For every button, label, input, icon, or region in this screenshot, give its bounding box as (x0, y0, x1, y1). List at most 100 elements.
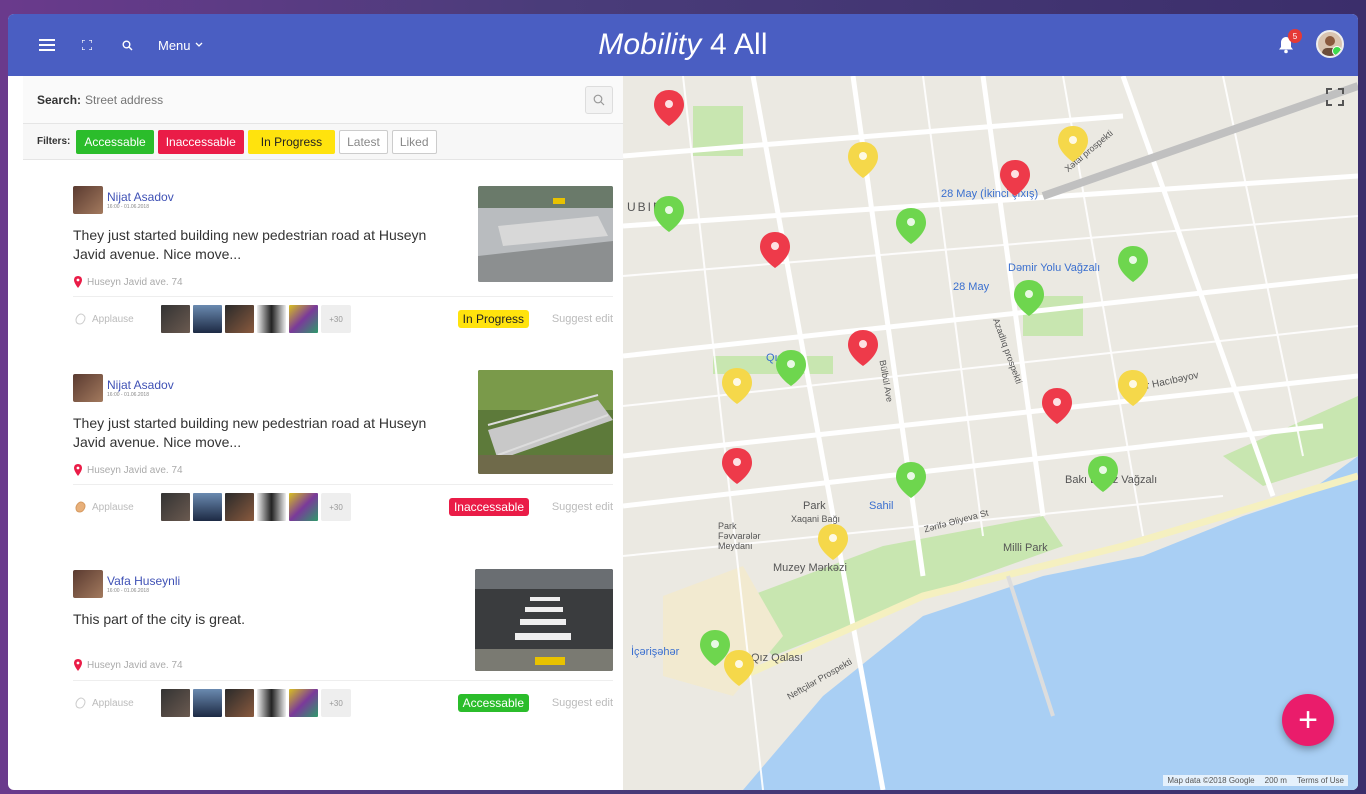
post-card: Vafa Huseynli 16:00 - 01.06.2018 This pa… (73, 569, 613, 730)
clap-icon (75, 501, 86, 513)
author-avatar[interactable] (73, 374, 103, 402)
post-text: This part of the city is great. (73, 611, 245, 627)
filter-in-progress[interactable]: In Progress (247, 129, 336, 154)
marker-accessable[interactable] (654, 196, 684, 232)
notification-badge: 5 (1288, 29, 1302, 43)
applause-button[interactable]: Applause (73, 696, 161, 710)
map-view[interactable]: 28 May (İkinci çıxış) Dəmir Yolu Vağzalı… (623, 76, 1358, 790)
supporter-avatar[interactable] (161, 689, 190, 717)
marker-accessable[interactable] (776, 350, 806, 386)
post-time: 16:00 - 01.06.2018 (107, 392, 149, 398)
feed-panel: Search: Filters: Accessable Inaccessable… (23, 76, 623, 790)
clap-icon (75, 697, 86, 709)
top-bar: Menu Mobility 4 All 5 (8, 14, 1358, 76)
marker-accessable[interactable] (896, 208, 926, 244)
marker-inaccessable[interactable] (1042, 388, 1072, 424)
applause-label: Applause (92, 313, 134, 325)
app-title: Mobility 4 All (8, 28, 1358, 62)
marker-in-progress[interactable] (1058, 126, 1088, 162)
marker-inaccessable[interactable] (722, 448, 752, 484)
applause-button[interactable]: Applause (73, 312, 161, 326)
post-actions: Applause +30 Accessable Suggest edit (73, 680, 613, 717)
suggest-edit-link[interactable]: Suggest edit (552, 697, 613, 709)
app-title-italic: Mobility (598, 28, 702, 61)
location-pin-icon (74, 464, 82, 476)
marker-accessable[interactable] (1088, 456, 1118, 492)
author-name[interactable]: Vafa Huseynli (107, 574, 180, 588)
author-avatar[interactable] (73, 186, 103, 214)
fullscreen-icon[interactable] (1326, 88, 1344, 106)
applause-label: Applause (92, 697, 134, 709)
more-supporters[interactable]: +30 (321, 689, 351, 717)
status-badge: In Progress (457, 310, 529, 328)
supporter-avatar[interactable] (257, 493, 286, 521)
post-time: 16:00 - 01.06.2018 (107, 204, 149, 210)
filter-liked[interactable]: Liked (391, 129, 437, 154)
post-text: They just started building new pedestria… (73, 227, 427, 262)
more-supporters[interactable]: +30 (321, 305, 351, 333)
suggest-edit-link[interactable]: Suggest edit (552, 313, 613, 325)
map-scale: 200 m (1264, 776, 1287, 785)
map-markers (654, 90, 1148, 686)
terms-link[interactable]: Terms of Use (1297, 776, 1344, 785)
location-pin-icon (74, 276, 82, 288)
filter-bar: Filters: Accessable Inaccessable In Prog… (23, 124, 623, 160)
search-label: Search: (37, 92, 82, 107)
top-bar-right: 5 (1276, 29, 1344, 58)
supporter-avatar[interactable] (225, 493, 254, 521)
supporter-avatar[interactable] (193, 689, 222, 717)
location-pin-icon (74, 659, 82, 671)
status-badge: Accessable (457, 694, 529, 712)
filter-inaccessable[interactable]: Inaccessable (157, 129, 244, 154)
more-supporters[interactable]: +30 (321, 493, 351, 521)
marker-in-progress[interactable] (818, 524, 848, 560)
marker-in-progress[interactable] (1118, 370, 1148, 406)
marker-accessable[interactable] (896, 462, 926, 498)
map-attribution: Map data ©2018 Google (1167, 776, 1255, 785)
supporter-avatar[interactable] (257, 689, 286, 717)
author-name[interactable]: Nijat Asadov (107, 378, 174, 392)
post-photo[interactable] (475, 569, 613, 671)
filter-accessable[interactable]: Accessable (76, 129, 154, 154)
marker-inaccessable[interactable] (654, 90, 684, 126)
marker-in-progress[interactable] (848, 142, 878, 178)
marker-inaccessable[interactable] (1000, 160, 1030, 196)
marker-inaccessable[interactable] (848, 330, 878, 366)
supporter-avatar[interactable] (289, 689, 318, 717)
supporter-avatar[interactable] (193, 305, 222, 333)
post-text: They just started building new pedestria… (73, 415, 427, 450)
search-input[interactable] (85, 92, 486, 107)
notifications-button[interactable]: 5 (1276, 29, 1302, 55)
app-title-rest: 4 All (701, 28, 768, 61)
post-photo[interactable] (478, 370, 613, 474)
marker-accessable[interactable] (1014, 280, 1044, 316)
add-report-button[interactable]: + (1282, 694, 1334, 746)
marker-inaccessable[interactable] (760, 232, 790, 268)
clap-icon (75, 313, 86, 325)
post-photo[interactable] (478, 186, 613, 282)
supporter-thumbs: +30 (161, 493, 351, 521)
supporter-avatar[interactable] (225, 305, 254, 333)
post-time: 16:00 - 01.06.2018 (107, 588, 149, 594)
supporter-avatar[interactable] (161, 305, 190, 333)
supporter-avatar[interactable] (225, 689, 254, 717)
marker-in-progress[interactable] (722, 368, 752, 404)
search-button[interactable] (585, 86, 613, 114)
location-text: Huseyn Javid ave. 74 (87, 276, 183, 288)
filter-latest[interactable]: Latest (339, 129, 388, 154)
marker-accessable[interactable] (1118, 246, 1148, 282)
marker-in-progress[interactable] (724, 650, 754, 686)
supporter-avatar[interactable] (289, 305, 318, 333)
user-avatar[interactable] (1316, 30, 1344, 58)
supporter-avatar[interactable] (257, 305, 286, 333)
supporter-avatar[interactable] (289, 493, 318, 521)
suggest-edit-link[interactable]: Suggest edit (552, 501, 613, 513)
applause-button[interactable]: Applause (73, 500, 161, 514)
supporter-avatar[interactable] (161, 493, 190, 521)
plus-icon: + (1298, 700, 1318, 739)
author-name[interactable]: Nijat Asadov (107, 190, 174, 204)
author-avatar[interactable] (73, 570, 103, 598)
post-card: Nijat Asadov 16:00 - 01.06.2018 They jus… (73, 370, 613, 534)
location-text: Huseyn Javid ave. 74 (87, 464, 183, 476)
supporter-avatar[interactable] (193, 493, 222, 521)
